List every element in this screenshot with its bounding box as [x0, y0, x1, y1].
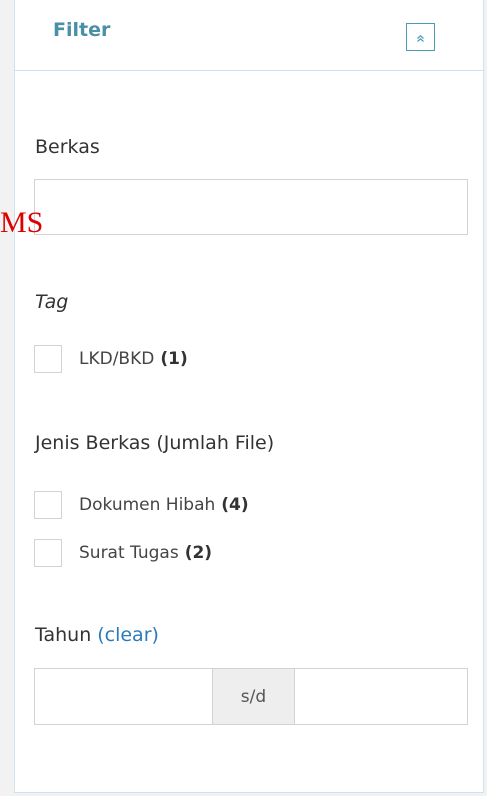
jenis-option-dokumen-hibah[interactable]: Dokumen Hibah (4) [34, 489, 249, 521]
jenis-option-count: (2) [184, 543, 213, 563]
tag-label: Tag [35, 291, 69, 313]
berkas-input[interactable] [34, 179, 468, 235]
tahun-label-row: Tahun (clear) [35, 624, 159, 646]
tag-option-label: LKD/BKD [79, 349, 155, 369]
tag-option-count: (1) [160, 349, 188, 369]
jenis-option-count: (4) [221, 495, 249, 515]
filter-panel-header: Filter [15, 0, 483, 71]
filter-panel: Filter Berkas Tag LKD/BKD (1) Jenis Berk… [14, 0, 484, 793]
tahun-to-input[interactable] [295, 669, 467, 724]
stray-overlay-text: MS [0, 206, 44, 239]
range-separator: s/d [212, 669, 295, 724]
filter-title: Filter [53, 19, 111, 41]
jenis-berkas-label: Jenis Berkas (Jumlah File) [35, 432, 275, 454]
jenis-option-label: Surat Tugas [79, 543, 179, 563]
collapse-button[interactable] [406, 23, 435, 51]
dokumen-hibah-checkbox[interactable] [34, 491, 62, 519]
lkd-bkd-checkbox[interactable] [34, 345, 62, 373]
surat-tugas-checkbox[interactable] [34, 539, 62, 567]
tahun-label: Tahun [35, 624, 92, 646]
tahun-range: s/d [34, 668, 468, 725]
tag-option-lkd-bkd[interactable]: LKD/BKD (1) [34, 343, 188, 375]
berkas-label: Berkas [35, 136, 100, 158]
chevron-double-up-icon [416, 28, 425, 47]
jenis-option-label: Dokumen Hibah [79, 495, 216, 515]
tahun-from-input[interactable] [35, 669, 212, 724]
jenis-option-surat-tugas[interactable]: Surat Tugas (2) [34, 537, 212, 569]
clear-link[interactable]: (clear) [97, 624, 159, 646]
